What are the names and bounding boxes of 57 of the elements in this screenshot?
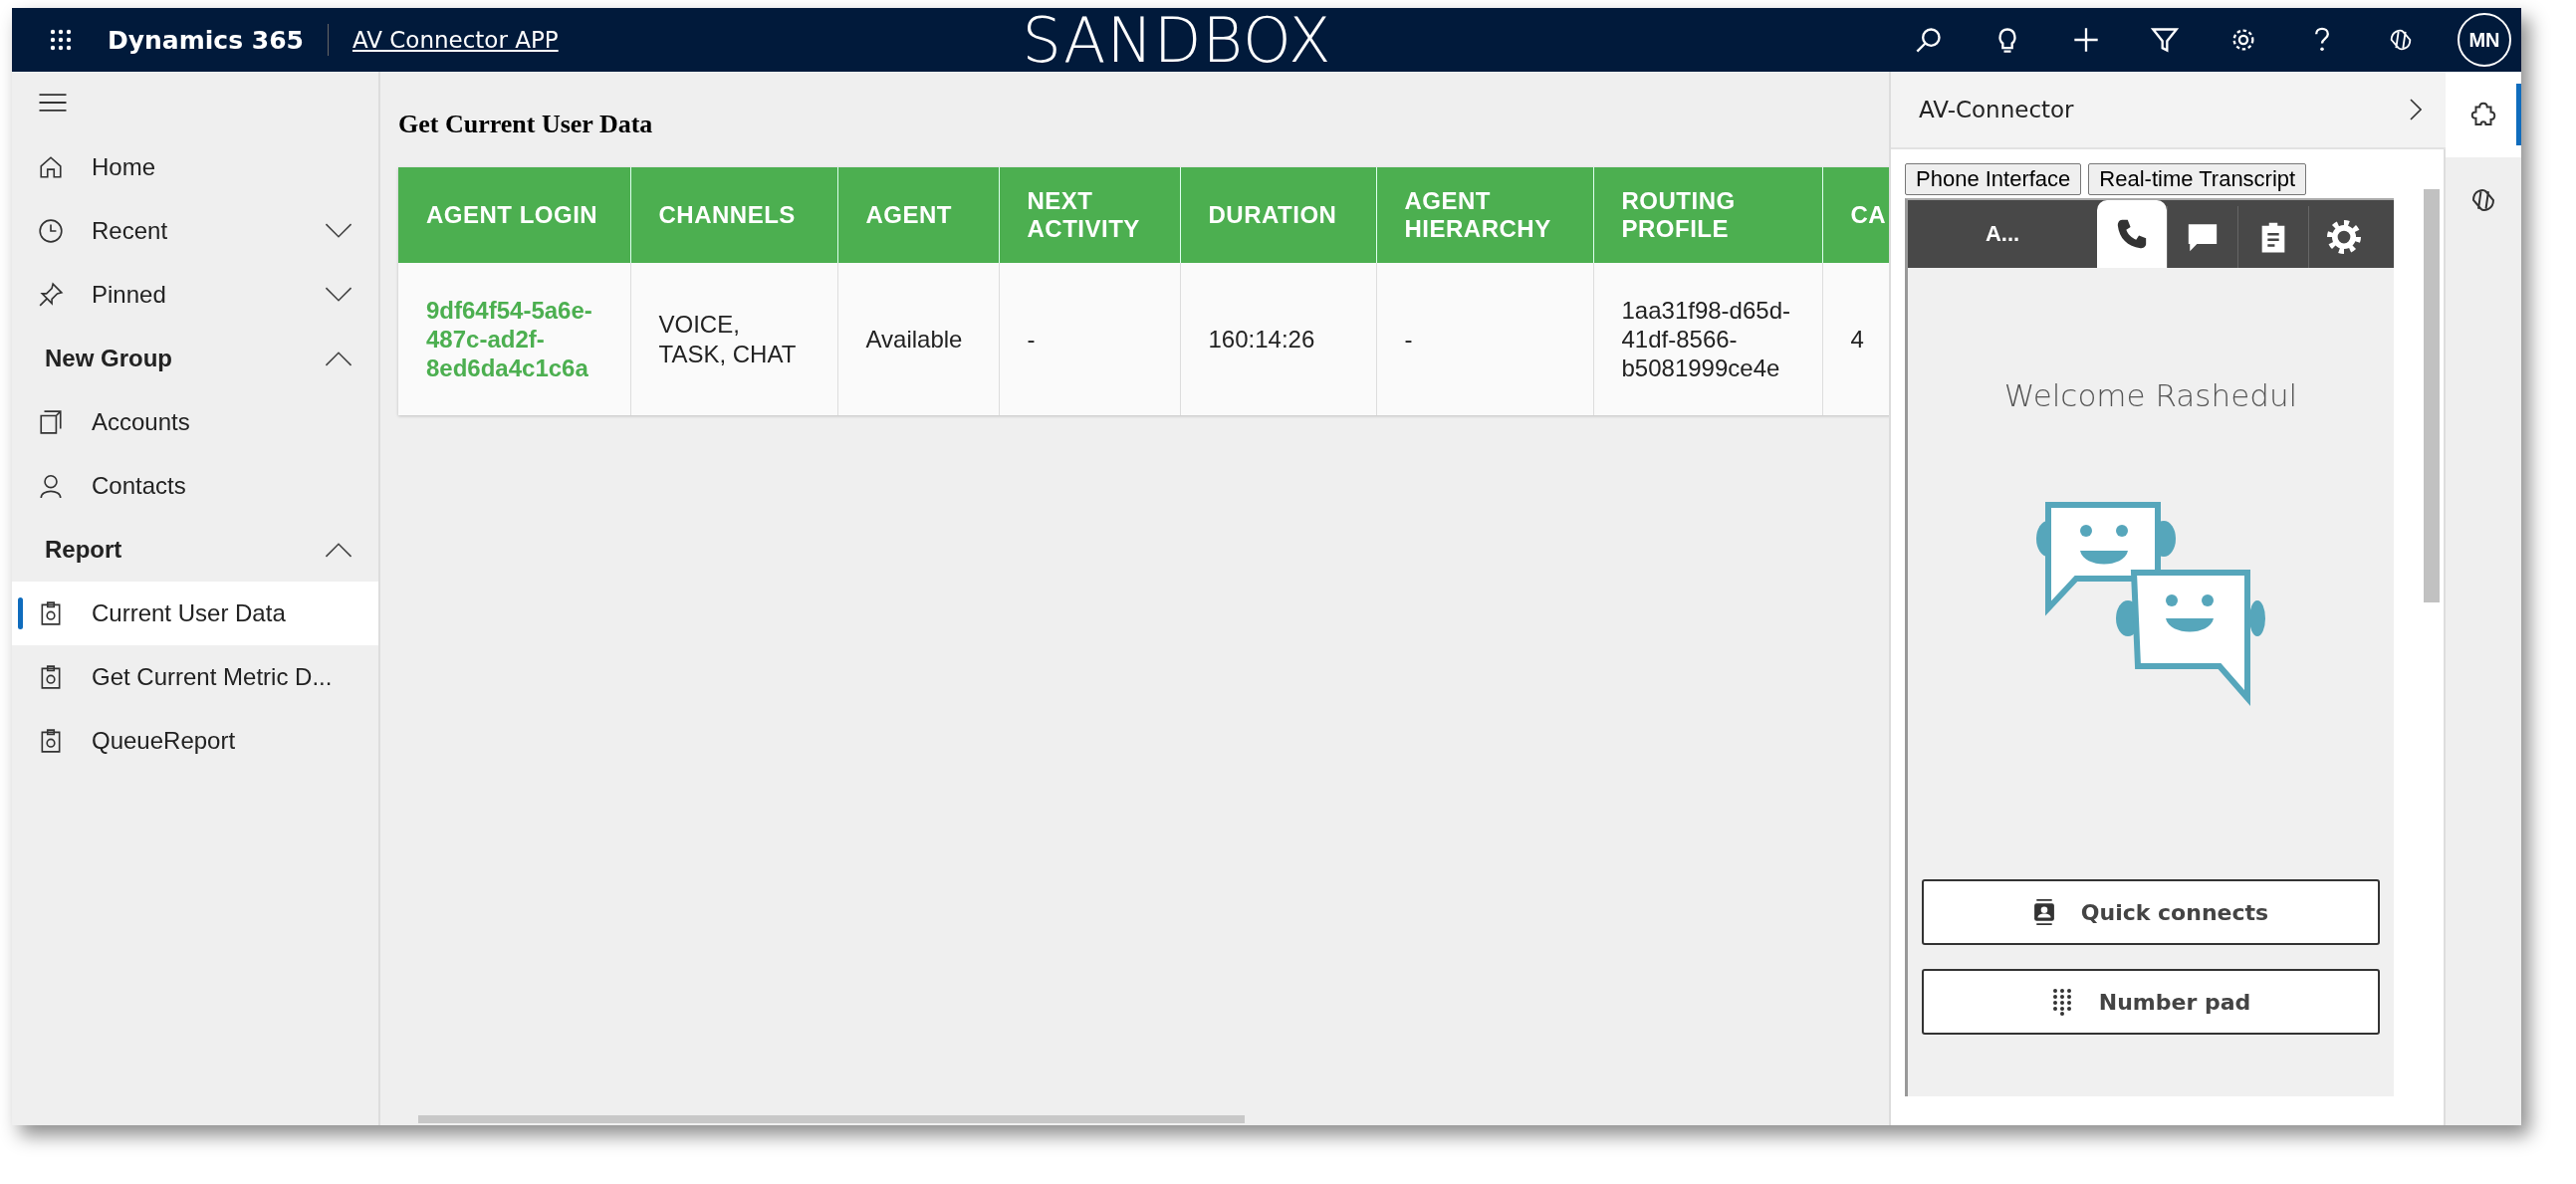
table-cell: -: [999, 263, 1180, 415]
table-cell: -: [1376, 263, 1593, 415]
column-header: DURATION: [1180, 167, 1376, 263]
table-cell: VOICE, TASK, CHAT: [630, 263, 837, 415]
building-icon: [38, 409, 64, 435]
app-link[interactable]: AV Connector APP: [351, 27, 559, 53]
sidebar-item[interactable]: Home: [12, 135, 378, 199]
filter-icon[interactable]: [2151, 26, 2179, 54]
menu-icon[interactable]: [38, 94, 68, 112]
sidebar-item[interactable]: Pinned: [12, 263, 378, 327]
table-cell: 160:14:26: [1180, 263, 1376, 415]
pin-icon: [38, 282, 64, 308]
table-cell: 1aa31f98-d65d-41df-8566-b5081999ce4e: [1593, 263, 1822, 415]
sidebar-item[interactable]: Accounts: [12, 390, 378, 454]
welcome-text: Welcome Rashedul: [2003, 377, 2298, 413]
column-header: AGENT LOGIN: [398, 167, 630, 263]
number-pad-button[interactable]: Number pad: [1922, 969, 2380, 1035]
sidebar-item[interactable]: Contacts: [12, 454, 378, 518]
plus-icon[interactable]: [2072, 26, 2100, 54]
sandbox-label: SANDBOX: [1022, 8, 1332, 77]
column-header: AGENT HIERARCHY: [1376, 167, 1593, 263]
phone-icon: [2115, 217, 2149, 251]
agent-status[interactable]: A...: [1908, 221, 2097, 247]
softphone-tab[interactable]: [2097, 200, 2167, 268]
quick-connects-button[interactable]: Quick connects: [1922, 879, 2380, 945]
app-name: Dynamics 365: [108, 25, 304, 55]
group-header[interactable]: New Group: [12, 327, 378, 390]
table-cell: Available: [837, 263, 999, 415]
user-avatar[interactable]: MN: [2458, 13, 2511, 67]
column-header: CHANNELS: [630, 167, 837, 263]
tab-button[interactable]: Real-time Transcript: [2088, 163, 2307, 195]
column-header: AGENT: [837, 167, 999, 263]
settings-icon: [2327, 220, 2361, 254]
chevron-right-icon[interactable]: [2410, 99, 2422, 120]
search-icon[interactable]: [1915, 26, 1943, 54]
chevron-up-icon: [325, 351, 352, 366]
chevron-down-icon: [325, 223, 352, 239]
group-header[interactable]: Report: [12, 518, 378, 582]
page-title: Get Current User Data: [398, 110, 654, 139]
sidebar-item[interactable]: QueueReport: [12, 709, 378, 773]
sidebar-item[interactable]: Get Current Metric D...: [12, 645, 378, 709]
sidebar-item[interactable]: Current User Data: [12, 582, 378, 645]
chevron-down-icon: [325, 287, 352, 303]
clock-icon: [38, 218, 64, 244]
chevron-up-icon: [325, 542, 352, 558]
column-header: NEXT ACTIVITY: [999, 167, 1180, 263]
tab-button[interactable]: Phone Interface: [1905, 163, 2082, 195]
column-header: ROUTING PROFILE: [1593, 167, 1822, 263]
panel-title: AV-Connector: [1919, 97, 2074, 122]
person-icon: [38, 473, 64, 499]
home-icon: [38, 154, 64, 180]
app-launcher-icon[interactable]: [50, 29, 72, 51]
scrollbar[interactable]: [418, 1115, 1245, 1123]
contact-card-icon: [2032, 898, 2055, 926]
column-header: CA: [1822, 167, 1889, 263]
keypad-icon: [2050, 988, 2073, 1016]
sidebar-item[interactable]: Recent: [12, 199, 378, 263]
